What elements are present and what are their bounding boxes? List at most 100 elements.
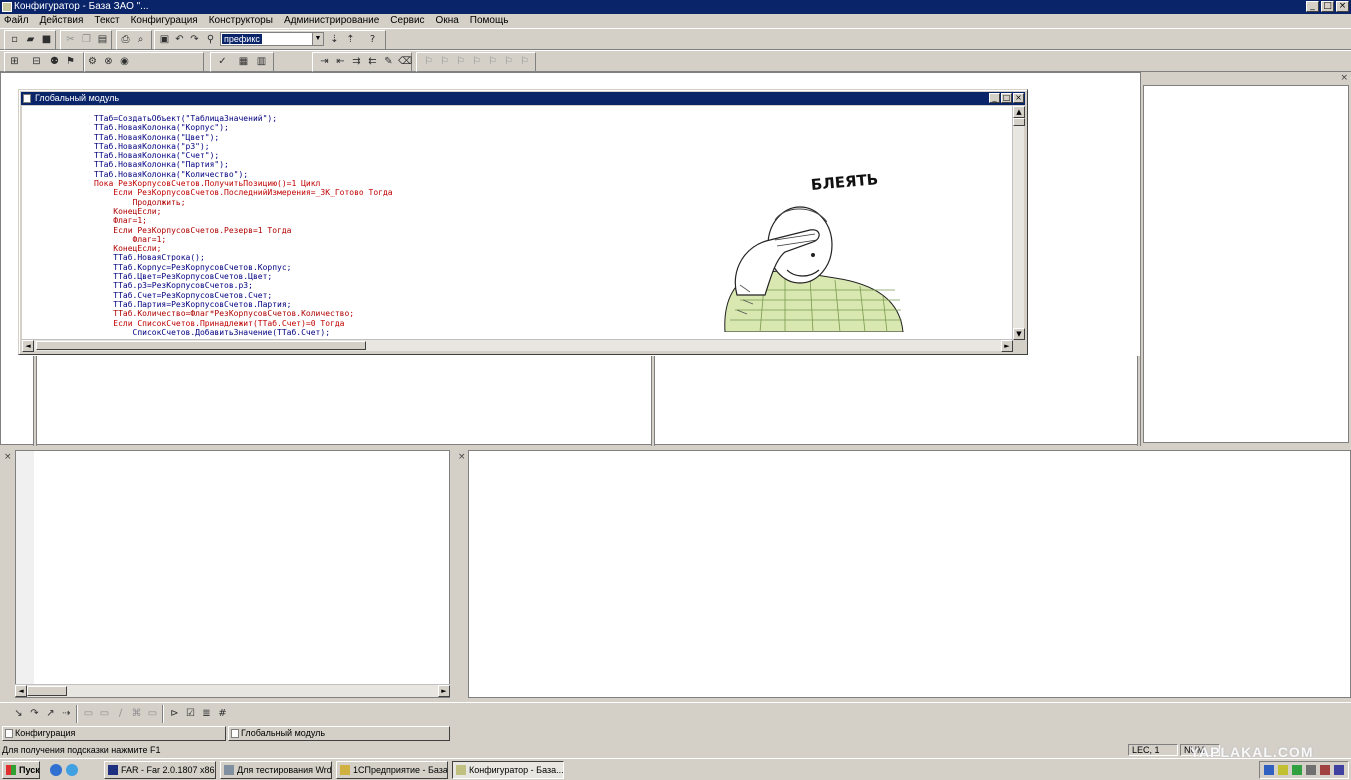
breakpoints-icon[interactable]: ▭: [146, 707, 159, 720]
search-value[interactable]: префикс: [222, 34, 262, 44]
scroll-right-icon[interactable]: ►: [1001, 340, 1013, 352]
open-folder-icon[interactable]: ▰: [24, 33, 37, 46]
bookmark-icon[interactable]: ⚐: [422, 55, 435, 68]
bookmark-prev-icon[interactable]: ⚐: [454, 55, 467, 68]
undo-icon[interactable]: ↶: [173, 33, 186, 46]
binoculars-icon[interactable]: ⚲: [204, 33, 217, 46]
menu-service[interactable]: Сервис: [390, 14, 424, 28]
pane-close-icon[interactable]: ×: [4, 452, 12, 462]
cut-icon[interactable]: ✂: [64, 33, 77, 46]
goto-line-icon[interactable]: ⚐: [486, 55, 499, 68]
editor-close-button[interactable]: ×: [1013, 93, 1024, 103]
code-line[interactable]: КонецЕсли;: [94, 207, 393, 216]
taskbar-item-word[interactable]: Для тестирования Wrd...: [220, 761, 332, 779]
bookmark-clear-icon[interactable]: ⚐: [470, 55, 483, 68]
speaker-icon[interactable]: [1306, 765, 1316, 775]
menu-text[interactable]: Текст: [94, 14, 119, 28]
code-line[interactable]: Если РезКорпусовСчетов.Резерв=1 Тогда: [94, 226, 393, 235]
scroll-thumb[interactable]: [1013, 118, 1025, 126]
rights-icon[interactable]: ⚑: [64, 55, 77, 68]
copy-icon[interactable]: ❐: [80, 33, 93, 46]
language-icon[interactable]: [1334, 765, 1344, 775]
scroll-left-icon[interactable]: ◄: [15, 685, 27, 697]
step-into-icon[interactable]: ↘: [12, 707, 25, 720]
menu-administration[interactable]: Администрирование: [284, 14, 379, 28]
code-text[interactable]: ТТаб=СоздатьОбъект("ТаблицаЗначений"); ТТ…: [94, 114, 393, 337]
code-line[interactable]: ТТаб.НоваяКолонка("Корпус");: [94, 123, 393, 132]
code-line[interactable]: ТТаб.Корпус=РезКорпусовСчетов.Корпус;: [94, 263, 393, 272]
run-to-cursor-icon[interactable]: ⇢: [60, 707, 73, 720]
templates-icon[interactable]: ⚐: [518, 55, 531, 68]
code-line[interactable]: СписокСчетов.ДобавитьЗначение(ТТаб.Счет)…: [94, 328, 393, 337]
browser-icon[interactable]: [66, 764, 78, 776]
code-line[interactable]: ТТаб.НоваяКолонка("Количество");: [94, 170, 393, 179]
scroll-left-icon[interactable]: ◄: [22, 340, 34, 352]
checkbox-icon[interactable]: ☑: [184, 707, 197, 720]
code-line[interactable]: Пока РезКорпусовСчетов.ПолучитьПозицию()…: [94, 179, 393, 188]
code-line[interactable]: Флаг=1;: [94, 235, 393, 244]
watch-icon[interactable]: ▭: [82, 707, 95, 720]
scroll-thumb[interactable]: [27, 686, 67, 696]
code-line[interactable]: ТТаб.НоваяКолонка("Партия");: [94, 160, 393, 169]
network-icon[interactable]: [1264, 765, 1274, 775]
search-combobox[interactable]: префикс ▼: [220, 32, 324, 46]
splitter[interactable]: [651, 356, 655, 446]
code-line[interactable]: ТТаб=СоздатьОбъект("ТаблицаЗначений");: [94, 114, 393, 123]
chevron-down-icon[interactable]: ▼: [312, 33, 323, 45]
find-next-icon[interactable]: ⇣: [328, 33, 341, 46]
taskbar-item-configurator[interactable]: Конфигуратор - База...: [452, 761, 564, 779]
help-icon[interactable]: ?: [366, 33, 379, 46]
horizontal-scrollbar[interactable]: ◄ ►: [15, 684, 450, 697]
menu-configuration[interactable]: Конфигурация: [131, 14, 198, 28]
procedures-icon[interactable]: ⚐: [502, 55, 515, 68]
eval-icon[interactable]: ∕: [114, 707, 127, 720]
code-line[interactable]: Продолжить;: [94, 198, 393, 207]
code-line[interactable]: ТТаб.р3=РезКорпусовСчетов.р3;: [94, 281, 393, 290]
taskbar-item-far[interactable]: FAR - Far 2.0.1807 x86: [104, 761, 216, 779]
uncomment-icon[interactable]: ⌫: [398, 55, 412, 68]
code-line[interactable]: ТТаб.Счет=РезКорпусовСчетов.Счет;: [94, 291, 393, 300]
new-file-icon[interactable]: ▫: [8, 33, 21, 46]
pane-close-icon[interactable]: ×: [458, 452, 466, 462]
form-icon[interactable]: ▦: [237, 55, 250, 68]
properties-panel-content[interactable]: [1143, 85, 1349, 443]
bookmark-next-icon[interactable]: ⚐: [438, 55, 451, 68]
block-icon[interactable]: ⇤: [334, 55, 347, 68]
menu-actions[interactable]: Действия: [40, 14, 84, 28]
step-out-icon[interactable]: ↗: [44, 707, 57, 720]
insert-icon[interactable]: ⇥: [318, 55, 331, 68]
menu-designers[interactable]: Конструкторы: [209, 14, 273, 28]
code-line[interactable]: Если РезКорпусовСчетов.ПоследнийИзмерени…: [94, 188, 392, 197]
maximize-button[interactable]: □: [1321, 1, 1334, 12]
antivirus-icon[interactable]: [1320, 765, 1330, 775]
security-icon[interactable]: [1278, 765, 1288, 775]
stop-icon[interactable]: ⊗: [102, 55, 115, 68]
config-tree-icon[interactable]: ⊞: [8, 55, 21, 68]
debug-icon[interactable]: ⚙: [86, 55, 99, 68]
close-button[interactable]: ×: [1336, 1, 1349, 12]
menu-help[interactable]: Помощь: [470, 14, 509, 28]
breakpoint-icon[interactable]: ◉: [118, 55, 131, 68]
code-line[interactable]: ТТаб.Цвет=РезКорпусовСчетов.Цвет;: [94, 272, 393, 281]
scroll-down-icon[interactable]: ▼: [1013, 328, 1025, 340]
locals-icon[interactable]: ⌘: [130, 707, 143, 720]
hash-icon[interactable]: #: [216, 707, 229, 720]
editor-minimize-button[interactable]: _: [989, 93, 1000, 103]
menu-file[interactable]: Файл: [4, 14, 29, 28]
code-line[interactable]: Флаг=1;: [94, 216, 393, 225]
messages-pane[interactable]: [15, 450, 450, 698]
code-line[interactable]: ТТаб.НоваяСтрока();: [94, 253, 393, 262]
print-preview-icon[interactable]: ⌕: [134, 33, 147, 46]
code-line[interactable]: ТТаб.Количество=Флаг*РезКорпусовСчетов.К…: [94, 309, 393, 318]
vertical-scrollbar[interactable]: ▲ ▼: [1012, 106, 1025, 340]
splitter[interactable]: [1137, 356, 1141, 446]
panel-close-icon[interactable]: ×: [1340, 73, 1348, 83]
print-icon[interactable]: ⎙: [119, 33, 132, 46]
scroll-thumb[interactable]: [36, 341, 366, 350]
start-button[interactable]: Пуск: [2, 761, 40, 779]
table-icon[interactable]: ▥: [255, 55, 268, 68]
step-over-icon[interactable]: ↷: [28, 707, 41, 720]
editor-titlebar[interactable]: Глобальный модуль _ □ ×: [21, 92, 1025, 105]
paste-icon[interactable]: ▤: [96, 33, 109, 46]
code-line[interactable]: ТТаб.НоваяКолонка("Цвет");: [94, 133, 393, 142]
